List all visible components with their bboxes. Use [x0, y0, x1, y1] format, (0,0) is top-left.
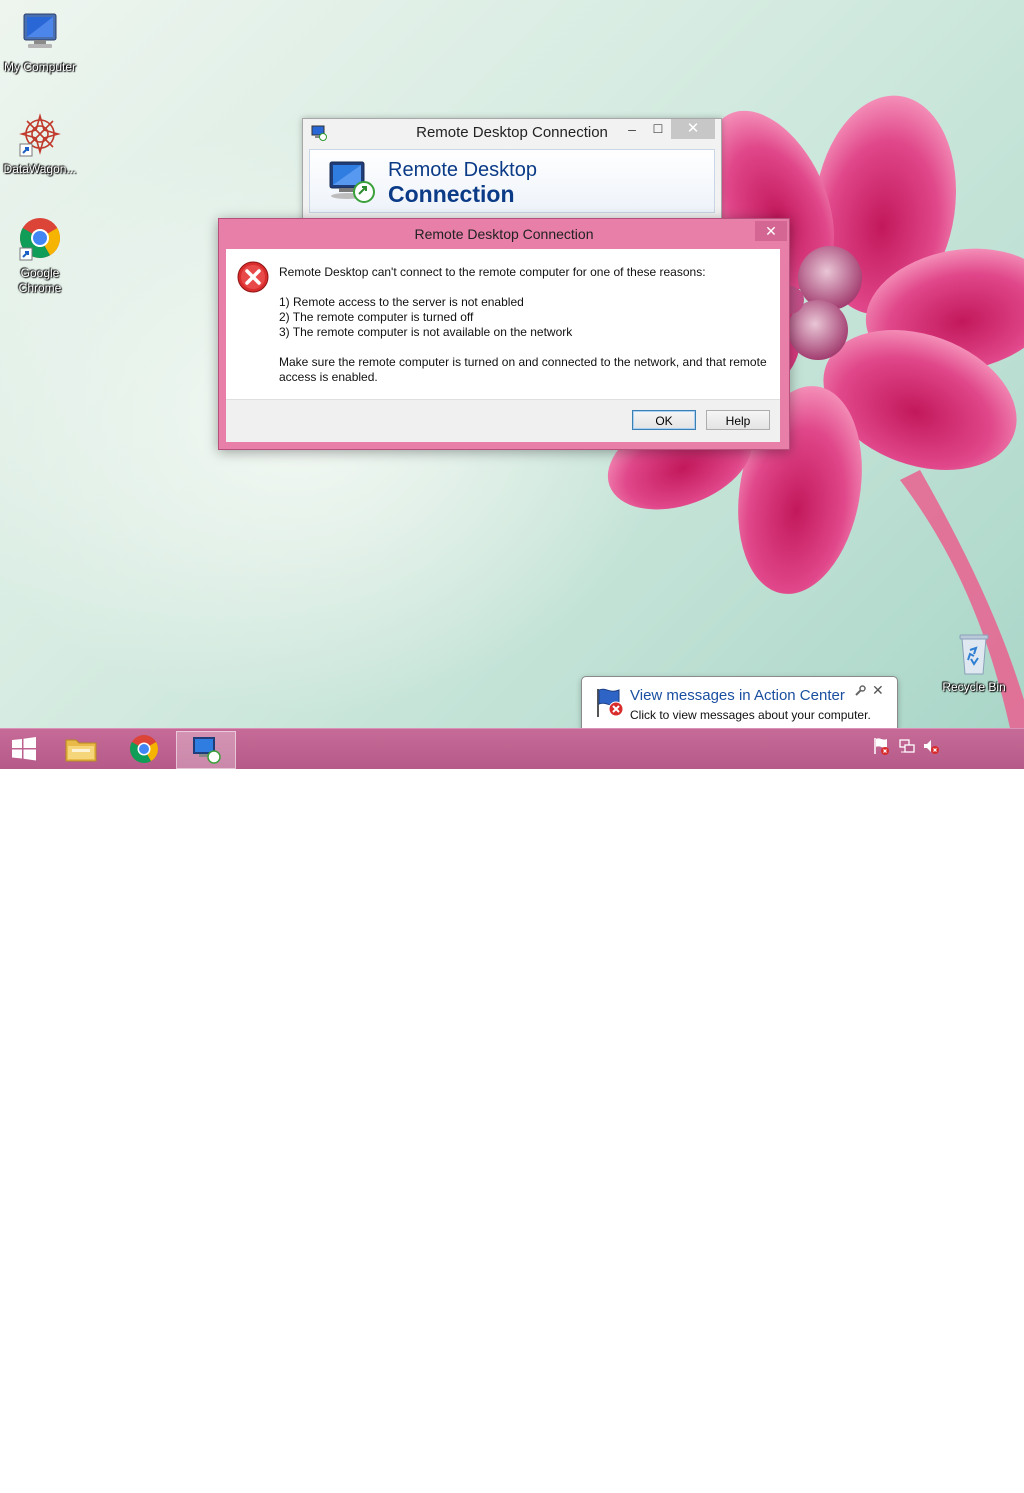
desktop-icon-datawagon[interactable]: DataWagon...	[0, 112, 80, 177]
desktop-icon-my-computer[interactable]: My Computer	[0, 10, 80, 75]
help-button[interactable]: Help	[706, 410, 770, 430]
folder-icon	[65, 739, 97, 762]
chrome-icon	[16, 216, 64, 264]
taskbar-chrome[interactable]	[120, 731, 168, 767]
clock-time: 1:20 AM	[957, 1462, 1003, 1476]
volume-muted-icon[interactable]	[922, 736, 940, 759]
notification-close-button[interactable]: ✕	[872, 683, 884, 697]
desktop-icon-label: Recycle Bin	[942, 680, 1006, 694]
error-reason-1: 1) Remote access to the server is not en…	[279, 295, 524, 309]
error-advice: Make sure the remote computer is turned …	[279, 355, 767, 384]
wrench-icon[interactable]	[854, 685, 866, 697]
action-center-flag-icon	[592, 685, 626, 719]
clock-date: 5/16/2022	[953, 1478, 1007, 1492]
maximize-button[interactable]: ☐	[647, 119, 669, 139]
error-dialog-footer: OK Help	[226, 399, 780, 442]
computer-icon	[16, 10, 64, 58]
network-icon[interactable]	[898, 736, 916, 759]
desktop: My Computer DataWagon... Google Chrome R…	[0, 0, 1024, 728]
chrome-icon	[130, 735, 158, 763]
datawagon-icon	[16, 112, 64, 160]
taskbar-clock[interactable]: 1:20 AM 5/16/2022	[940, 1461, 1020, 1493]
action-center-tray-icon[interactable]	[872, 736, 890, 759]
error-reason-2: 2) The remote computer is turned off	[279, 310, 474, 324]
rdc-app-icon	[193, 737, 221, 764]
rdc-window[interactable]: Remote Desktop Connection – ☐ ✕ Remote D…	[302, 118, 722, 230]
rdc-banner-line2: Connection	[388, 181, 515, 207]
rdc-banner-line1: Remote Desktop	[388, 159, 537, 181]
taskbar-remote-desktop[interactable]	[176, 731, 236, 769]
taskbar-file-explorer[interactable]	[56, 731, 106, 767]
desktop-icon-label: Google Chrome	[18, 266, 62, 295]
recycle-bin-icon	[950, 630, 998, 678]
error-message: Remote Desktop can't connect to the remo…	[279, 265, 774, 385]
error-dialog-body: Remote Desktop can't connect to the remo…	[226, 249, 780, 399]
desktop-icon-label: DataWagon...	[3, 162, 77, 176]
minimize-button[interactable]: –	[621, 119, 643, 139]
rdc-banner: Remote Desktop Connection	[309, 149, 715, 213]
desktop-icon-google-chrome[interactable]: Google Chrome	[0, 216, 80, 296]
error-intro: Remote Desktop can't connect to the remo…	[279, 265, 706, 279]
desktop-icon-label: My Computer	[3, 60, 77, 74]
error-dialog-title: Remote Desktop Connection	[414, 226, 594, 242]
desktop-icon-recycle-bin[interactable]: Recycle Bin	[934, 630, 1014, 695]
notification-message: Click to view messages about your comput…	[630, 708, 871, 722]
action-center-notification[interactable]: View messages in Action Center Click to …	[581, 676, 898, 728]
close-button[interactable]: ✕	[671, 119, 715, 139]
error-reason-3: 3) The remote computer is not available …	[279, 325, 573, 339]
start-button[interactable]	[4, 731, 44, 767]
ok-button[interactable]: OK	[632, 410, 696, 430]
error-dialog-close-button[interactable]: ✕	[755, 221, 787, 241]
rdc-logo-icon	[326, 158, 378, 206]
error-dialog[interactable]: Remote Desktop Connection ✕ Remote Deskt…	[218, 218, 790, 450]
taskbar: 1:20 AM 5/16/2022	[0, 728, 1024, 1492]
windows-logo-icon	[12, 737, 36, 761]
error-icon	[237, 261, 269, 293]
notification-title[interactable]: View messages in Action Center	[630, 687, 845, 704]
